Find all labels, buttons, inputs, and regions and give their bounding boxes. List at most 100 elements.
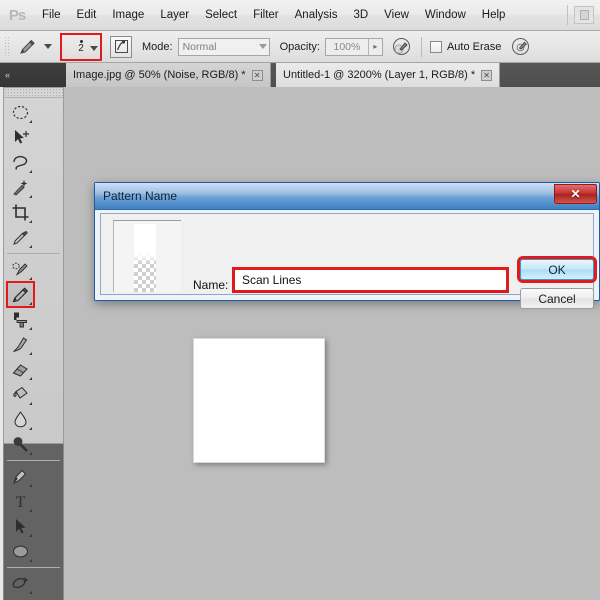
document-tab-untitled-1[interactable]: Untitled-1 @ 3200% (Layer 1, RGB/8) * ✕ [276,63,501,87]
tool-group-corner-icon [29,277,32,280]
menu-file[interactable]: File [34,4,69,26]
menu-filter[interactable]: Filter [245,4,287,26]
clone-stamp-tool-icon[interactable] [7,307,34,332]
menu-layer[interactable]: Layer [152,4,197,26]
type-tool-icon[interactable]: T [7,489,34,514]
spot-healing-brush-tool-icon[interactable] [7,257,34,282]
menu-select[interactable]: Select [197,4,245,26]
menu-bar: Ps File Edit Image Layer Select Filter A… [0,0,600,31]
menu-window[interactable]: Window [417,4,474,26]
pattern-preview-thumbnail [113,220,181,292]
opacity-value: 100% [333,40,361,53]
history-brush-tool-icon[interactable] [7,332,34,357]
mode-label: Mode: [142,40,173,53]
tool-group-corner-icon [29,559,32,562]
crop-tool-icon[interactable] [7,200,34,225]
ellipse-shape-tool-icon[interactable] [7,539,34,564]
pattern-name-dialog: Pattern Name ✕ Name: Scan Lines OK Cance… [94,182,600,309]
name-label: Name: [193,278,229,292]
orbit-3d-camera-tool-icon[interactable] [7,596,34,600]
toolbox-tool-grid: T [4,98,63,600]
canvas-workspace [64,87,600,600]
move-tool-icon[interactable] [7,125,34,150]
brush-chevron-down-icon[interactable] [90,45,98,51]
menu-help[interactable]: Help [474,4,514,26]
toggle-brush-panel-icon[interactable] [110,35,132,58]
tool-group-corner-icon [29,245,32,248]
ok-button[interactable]: OK [520,259,594,280]
dodge-tool-icon[interactable] [7,432,34,457]
menu-divider [567,5,568,25]
blend-mode-select[interactable]: Normal [177,37,270,56]
white-document-canvas[interactable] [193,338,325,463]
pattern-preview-gradient [134,224,156,292]
document-tab-image-jpg[interactable]: Image.jpg @ 50% (Noise, RGB/8) * ✕ [66,63,271,87]
pencil-tool-icon[interactable] [6,281,35,308]
collapse-panels-icon[interactable]: « [0,63,66,87]
tool-group-corner-icon [29,327,32,330]
toolbox-divider [7,460,60,461]
rotate-3d-tool-icon[interactable] [7,571,34,596]
airbrush-icon[interactable] [391,36,413,58]
tool-group-corner-icon [29,170,32,173]
tool-group-corner-icon [29,352,32,355]
photoshop-logo-icon: Ps [8,6,26,24]
tool-group-corner-icon [29,509,32,512]
close-icon[interactable]: ✕ [554,184,597,204]
toolbox-divider [7,253,60,254]
brush-size-value: 2 [78,43,84,54]
tool-group-corner-icon [29,302,32,305]
brush-preset-picker[interactable]: 2 [60,32,102,61]
auto-erase-checkbox[interactable] [429,40,442,53]
blend-mode-chevron-down-icon [258,44,267,49]
opacity-slider-arrow-icon[interactable]: ▸ [367,38,382,55]
opacity-stepper[interactable]: 100% ▸ [324,37,383,56]
pen-tool-icon[interactable] [7,464,34,489]
paint-bucket-tool-icon[interactable] [7,382,34,407]
blend-mode-value: Normal [182,40,217,53]
tool-group-corner-icon [29,484,32,487]
tool-group-corner-icon [29,195,32,198]
tool-group-corner-icon [29,402,32,405]
auto-erase-label: Auto Erase [446,40,502,53]
options-bar-grip[interactable] [4,35,11,58]
tab-label: Image.jpg @ 50% (Noise, RGB/8) * [73,69,246,81]
blur-tool-icon[interactable] [7,407,34,432]
tab-label: Untitled-1 @ 3200% (Layer 1, RGB/8) * [283,69,476,81]
dialog-title-bar[interactable]: Pattern Name ✕ [95,183,599,210]
menu-edit[interactable]: Edit [69,4,105,26]
tool-preset-chevron-down-icon[interactable] [44,44,52,49]
pencil-icon[interactable] [15,35,39,59]
tool-group-corner-icon [29,377,32,380]
opacity-label: Opacity: [279,40,320,53]
tool-group-corner-icon [29,220,32,223]
options-bar: 2 Mode: Normal Opacity: 100% ▸ Auto Eras… [0,31,600,63]
toolbox-grip[interactable] [4,88,63,98]
document-tab-bar: « Image.jpg @ 50% (Noise, RGB/8) * ✕ Unt… [0,63,600,87]
menu-analysis[interactable]: Analysis [287,4,346,26]
pattern-name-input[interactable]: Scan Lines [232,267,509,293]
menu-3d[interactable]: 3D [345,4,376,26]
tool-group-corner-icon [29,534,32,537]
elliptical-marquee-tool-icon[interactable] [7,100,34,125]
cancel-button[interactable]: Cancel [520,288,594,309]
tab-close-icon[interactable]: ✕ [481,69,493,81]
menu-view[interactable]: View [376,4,417,26]
auto-erase-option[interactable]: Auto Erase [429,40,502,53]
tool-group-corner-icon [29,120,32,123]
path-selection-tool-icon[interactable] [7,514,34,539]
lasso-tool-icon[interactable] [7,150,34,175]
eyedropper-tool-icon[interactable] [7,225,34,250]
magic-wand-tool-icon[interactable] [7,175,34,200]
workspace-switcher-icon[interactable] [574,6,594,24]
tab-close-icon[interactable]: ✕ [251,69,263,81]
options-divider [420,36,422,57]
toolbox-divider [7,567,60,568]
tool-group-corner-icon [29,427,32,430]
dialog-title: Pattern Name [103,189,178,203]
photoshop-window: Ps File Edit Image Layer Select Filter A… [0,0,600,600]
dialog-body: Name: Scan Lines OK Cancel [100,213,594,309]
menu-image[interactable]: Image [104,4,152,26]
eraser-tool-icon[interactable] [7,357,34,382]
tablet-pressure-icon[interactable] [509,36,531,58]
